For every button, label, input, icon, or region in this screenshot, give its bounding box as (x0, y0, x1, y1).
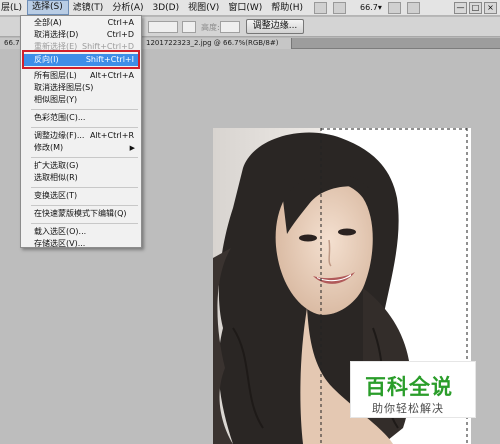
menu-item-deselect[interactable]: 取消选择(D) Ctrl+D (22, 29, 140, 41)
chevron-down-icon: ▾ (377, 3, 382, 12)
menu-item-transform-selection[interactable]: 变换选区(T) (22, 190, 140, 202)
menu-view[interactable]: 视图(V) (184, 0, 224, 16)
menu-item-similar[interactable]: 选取相似(R) (22, 172, 140, 184)
menu-item-label: 全部(A) (34, 18, 62, 27)
menu-item-label: 所有图层(L) (34, 71, 77, 80)
menu-item-label: 选取相似(R) (34, 173, 78, 182)
menu-separator (31, 187, 138, 188)
bridge-icon[interactable] (314, 1, 328, 14)
menu-item-label: 变换选区(T) (34, 191, 78, 200)
annotation-highlight-box (22, 50, 140, 69)
menu-separator (31, 205, 138, 206)
menu-item-label: 调整边缘(F)... (34, 131, 85, 140)
menu-item-load-selection[interactable]: 载入选区(O)... (22, 226, 140, 238)
height-field[interactable] (220, 21, 240, 33)
height-label: 高度: (201, 23, 220, 32)
menu-item-label: 修改(M) (34, 143, 64, 152)
menu-item-similar-layers[interactable]: 相似图层(Y) (22, 94, 140, 106)
menu-item-grow[interactable]: 扩大选取(G) (22, 160, 140, 172)
menu-separator (31, 127, 138, 128)
watermark: 百科全说 助你轻松解决 (350, 361, 476, 418)
menu-item-quick-mask[interactable]: 在快速蒙版模式下编辑(Q) (22, 208, 140, 220)
menu-item-all-layers[interactable]: 所有图层(L) Alt+Ctrl+A (22, 70, 140, 82)
menu-analysis[interactable]: 分析(A) (108, 0, 148, 16)
mini-bridge-icon[interactable] (333, 1, 347, 14)
menu-item-shortcut: Ctrl+A (107, 18, 134, 27)
menu-item-refine-edge[interactable]: 调整边缘(F)... Alt+Ctrl+R (22, 130, 140, 142)
menu-separator (31, 157, 138, 158)
watermark-title: 百科全说 (365, 375, 453, 399)
close-button[interactable]: × (484, 1, 497, 14)
chevron-right-icon: ▶ (129, 144, 135, 152)
hand-tool-icon[interactable] (387, 1, 401, 14)
doc-tab-1[interactable]: 66.7 (0, 38, 22, 49)
menu-select[interactable]: 选择(S) (27, 0, 69, 15)
menu-item-label: 存储选区(V)... (34, 239, 86, 248)
refine-edge-button[interactable]: 调整边缘... (246, 19, 304, 34)
watermark-subtitle: 助你轻松解决 (372, 402, 444, 415)
maximize-button[interactable]: □ (469, 1, 482, 14)
menu-separator (31, 109, 138, 110)
minimize-button[interactable]: — (454, 1, 467, 14)
select-menu-dropdown: 全部(A) Ctrl+A 取消选择(D) Ctrl+D 重新选择(E) Shif… (20, 15, 142, 248)
menu-help[interactable]: 帮助(H) (267, 0, 308, 16)
rotate-view-icon[interactable] (406, 1, 420, 14)
menu-layer[interactable]: 层(L) (0, 0, 27, 16)
menu-separator (31, 223, 138, 224)
menu-item-label: 载入选区(O)... (34, 227, 87, 236)
menu-item-label: 扩大选取(G) (34, 161, 79, 170)
menu-item-shortcut: Alt+Ctrl+A (90, 71, 134, 80)
doc-tab-2[interactable]: 1201722323_2.jpg @ 66.7%(RGB/8#) (142, 38, 292, 49)
menu-item-all[interactable]: 全部(A) Ctrl+A (22, 17, 140, 29)
style-select[interactable] (148, 21, 178, 33)
menu-item-label: 在快速蒙版模式下编辑(Q) (34, 209, 127, 218)
menu-item-label: 色彩范围(C)... (34, 113, 86, 122)
menu-item-label: 取消选择图层(S) (34, 83, 94, 92)
menu-item-label: 取消选择(D) (34, 30, 79, 39)
menu-item-save-selection[interactable]: 存储选区(V)... (22, 238, 140, 250)
menu-item-shortcut: Alt+Ctrl+R (89, 131, 134, 140)
menu-3d[interactable]: 3D(D) (149, 0, 185, 16)
menu-bar: 层(L) 选择(S) 滤镜(T) 分析(A) 3D(D) 视图(V) 窗口(W)… (0, 0, 500, 16)
menu-item-deselect-layers[interactable]: 取消选择图层(S) (22, 82, 140, 94)
zoom-value: 66.7 (360, 3, 378, 12)
swap-icon[interactable] (182, 21, 196, 33)
zoom-control[interactable]: 66.7 ▾ (360, 3, 382, 12)
menu-item-modify[interactable]: 修改(M) ▶ (22, 142, 140, 154)
menu-item-label: 相似图层(Y) (34, 95, 78, 104)
menu-window[interactable]: 窗口(W) (224, 0, 267, 16)
menu-item-color-range[interactable]: 色彩范围(C)... (22, 112, 140, 124)
menu-filter[interactable]: 滤镜(T) (69, 0, 109, 16)
menu-item-shortcut: Ctrl+D (106, 30, 134, 39)
